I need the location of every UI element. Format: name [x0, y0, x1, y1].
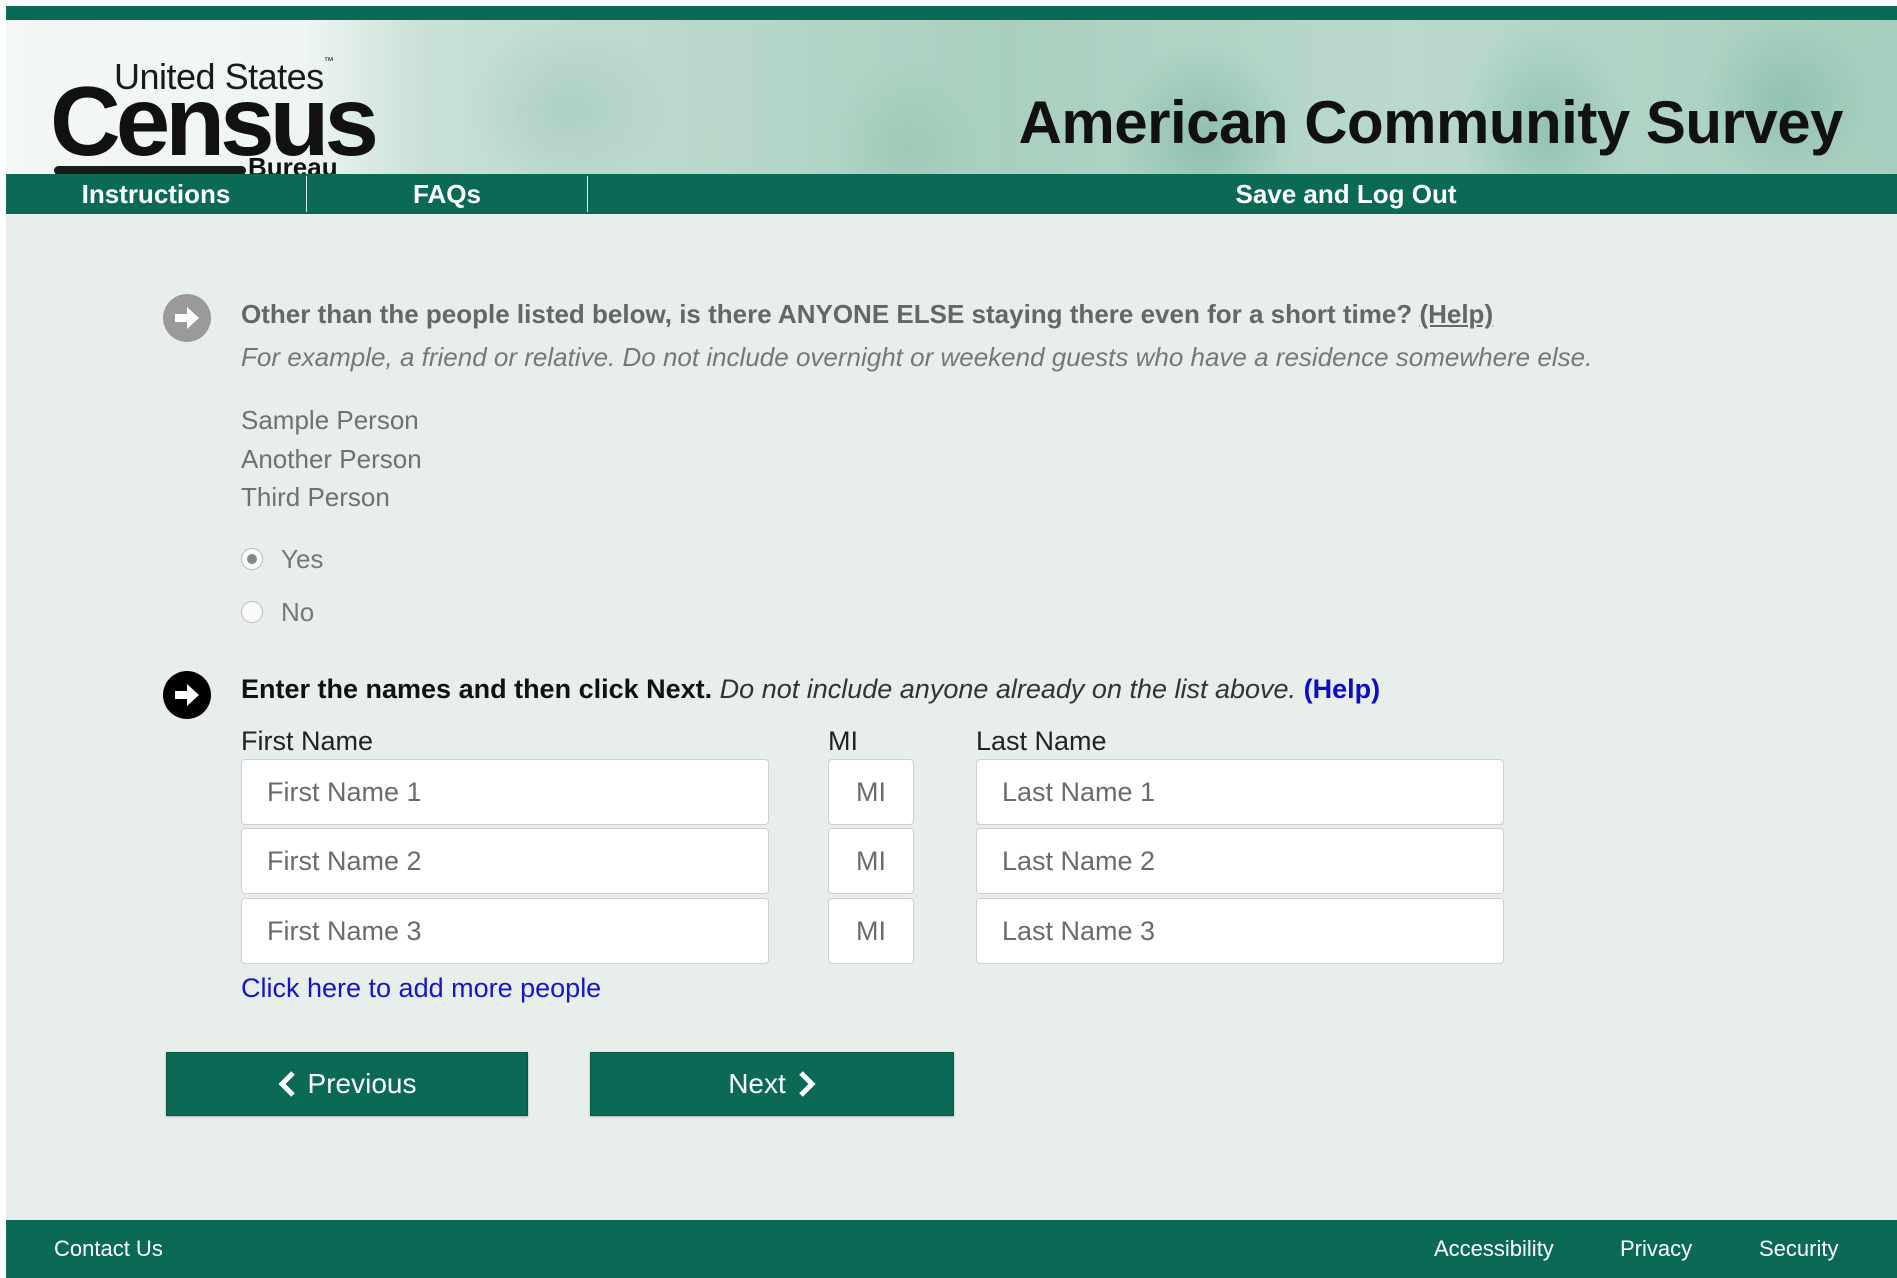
column-header-mi: MI — [828, 726, 858, 756]
radio-label: Yes — [281, 544, 324, 574]
question2-help-link[interactable]: (Help) — [1304, 674, 1381, 704]
survey-title: American Community Survey — [1018, 89, 1844, 156]
person-list-item: Sample Person — [241, 405, 419, 435]
mi-input-1[interactable] — [828, 759, 914, 825]
person-list-item: Third Person — [241, 482, 390, 512]
last-name-input-1[interactable] — [976, 759, 1504, 825]
last-name-input-2[interactable] — [976, 828, 1504, 894]
first-name-input-2[interactable] — [241, 828, 769, 894]
mi-input-2[interactable] — [828, 828, 914, 894]
next-button[interactable]: Next — [590, 1052, 954, 1116]
last-name-input-3[interactable] — [976, 898, 1504, 964]
previous-button[interactable]: Previous — [166, 1052, 528, 1116]
arrow-circle-icon — [162, 670, 212, 720]
next-button-label: Next — [728, 1068, 786, 1099]
person-list-item: Another Person — [241, 444, 422, 474]
column-header-last-name: Last Name — [976, 726, 1107, 756]
radio-label: No — [281, 597, 315, 627]
radio-button[interactable] — [241, 548, 263, 570]
mi-input-3[interactable] — [828, 898, 914, 964]
page-frame: United States™ Census Bureau American Co… — [6, 6, 1897, 1278]
header: United States™ Census Bureau American Co… — [6, 6, 1897, 214]
column-header-first-name: First Name — [241, 726, 374, 756]
add-more-people-link[interactable]: Click here to add more people — [241, 973, 601, 1004]
nav-save-logout[interactable]: Save and Log Out — [1156, 174, 1536, 214]
footer: Contact Us Accessibility Privacy Securit… — [6, 1220, 1897, 1278]
footer-accessibility[interactable]: Accessibility — [1434, 1220, 1554, 1278]
previous-button-label: Previous — [307, 1068, 417, 1099]
footer-privacy[interactable]: Privacy — [1620, 1220, 1692, 1278]
footer-security[interactable]: Security — [1759, 1220, 1838, 1278]
question2-text: Enter the names and then click Next. Do … — [241, 674, 1381, 704]
arrow-circle-icon — [162, 293, 212, 343]
nav-separator — [587, 176, 588, 212]
first-name-input-1[interactable] — [241, 759, 769, 825]
radio-button[interactable] — [241, 601, 263, 623]
nav-instructions[interactable]: Instructions — [6, 174, 306, 214]
chevron-left-icon — [277, 1071, 298, 1097]
question1-help-link[interactable]: (Help) — [1419, 299, 1493, 329]
first-name-input-3[interactable] — [241, 898, 769, 964]
chevron-right-icon — [796, 1071, 816, 1097]
header-banner: United States™ Census Bureau American Co… — [6, 20, 1897, 182]
top-nav: Instructions FAQs Save and Log Out — [6, 174, 1897, 214]
nav-faqs[interactable]: FAQs — [307, 174, 587, 214]
question1-subtext: For example, a friend or relative. Do no… — [241, 342, 1593, 372]
question1-text: Other than the people listed below, is t… — [241, 299, 1494, 329]
footer-contact-us[interactable]: Contact Us — [54, 1220, 163, 1278]
census-logo[interactable]: United States™ Census Bureau — [50, 54, 379, 184]
